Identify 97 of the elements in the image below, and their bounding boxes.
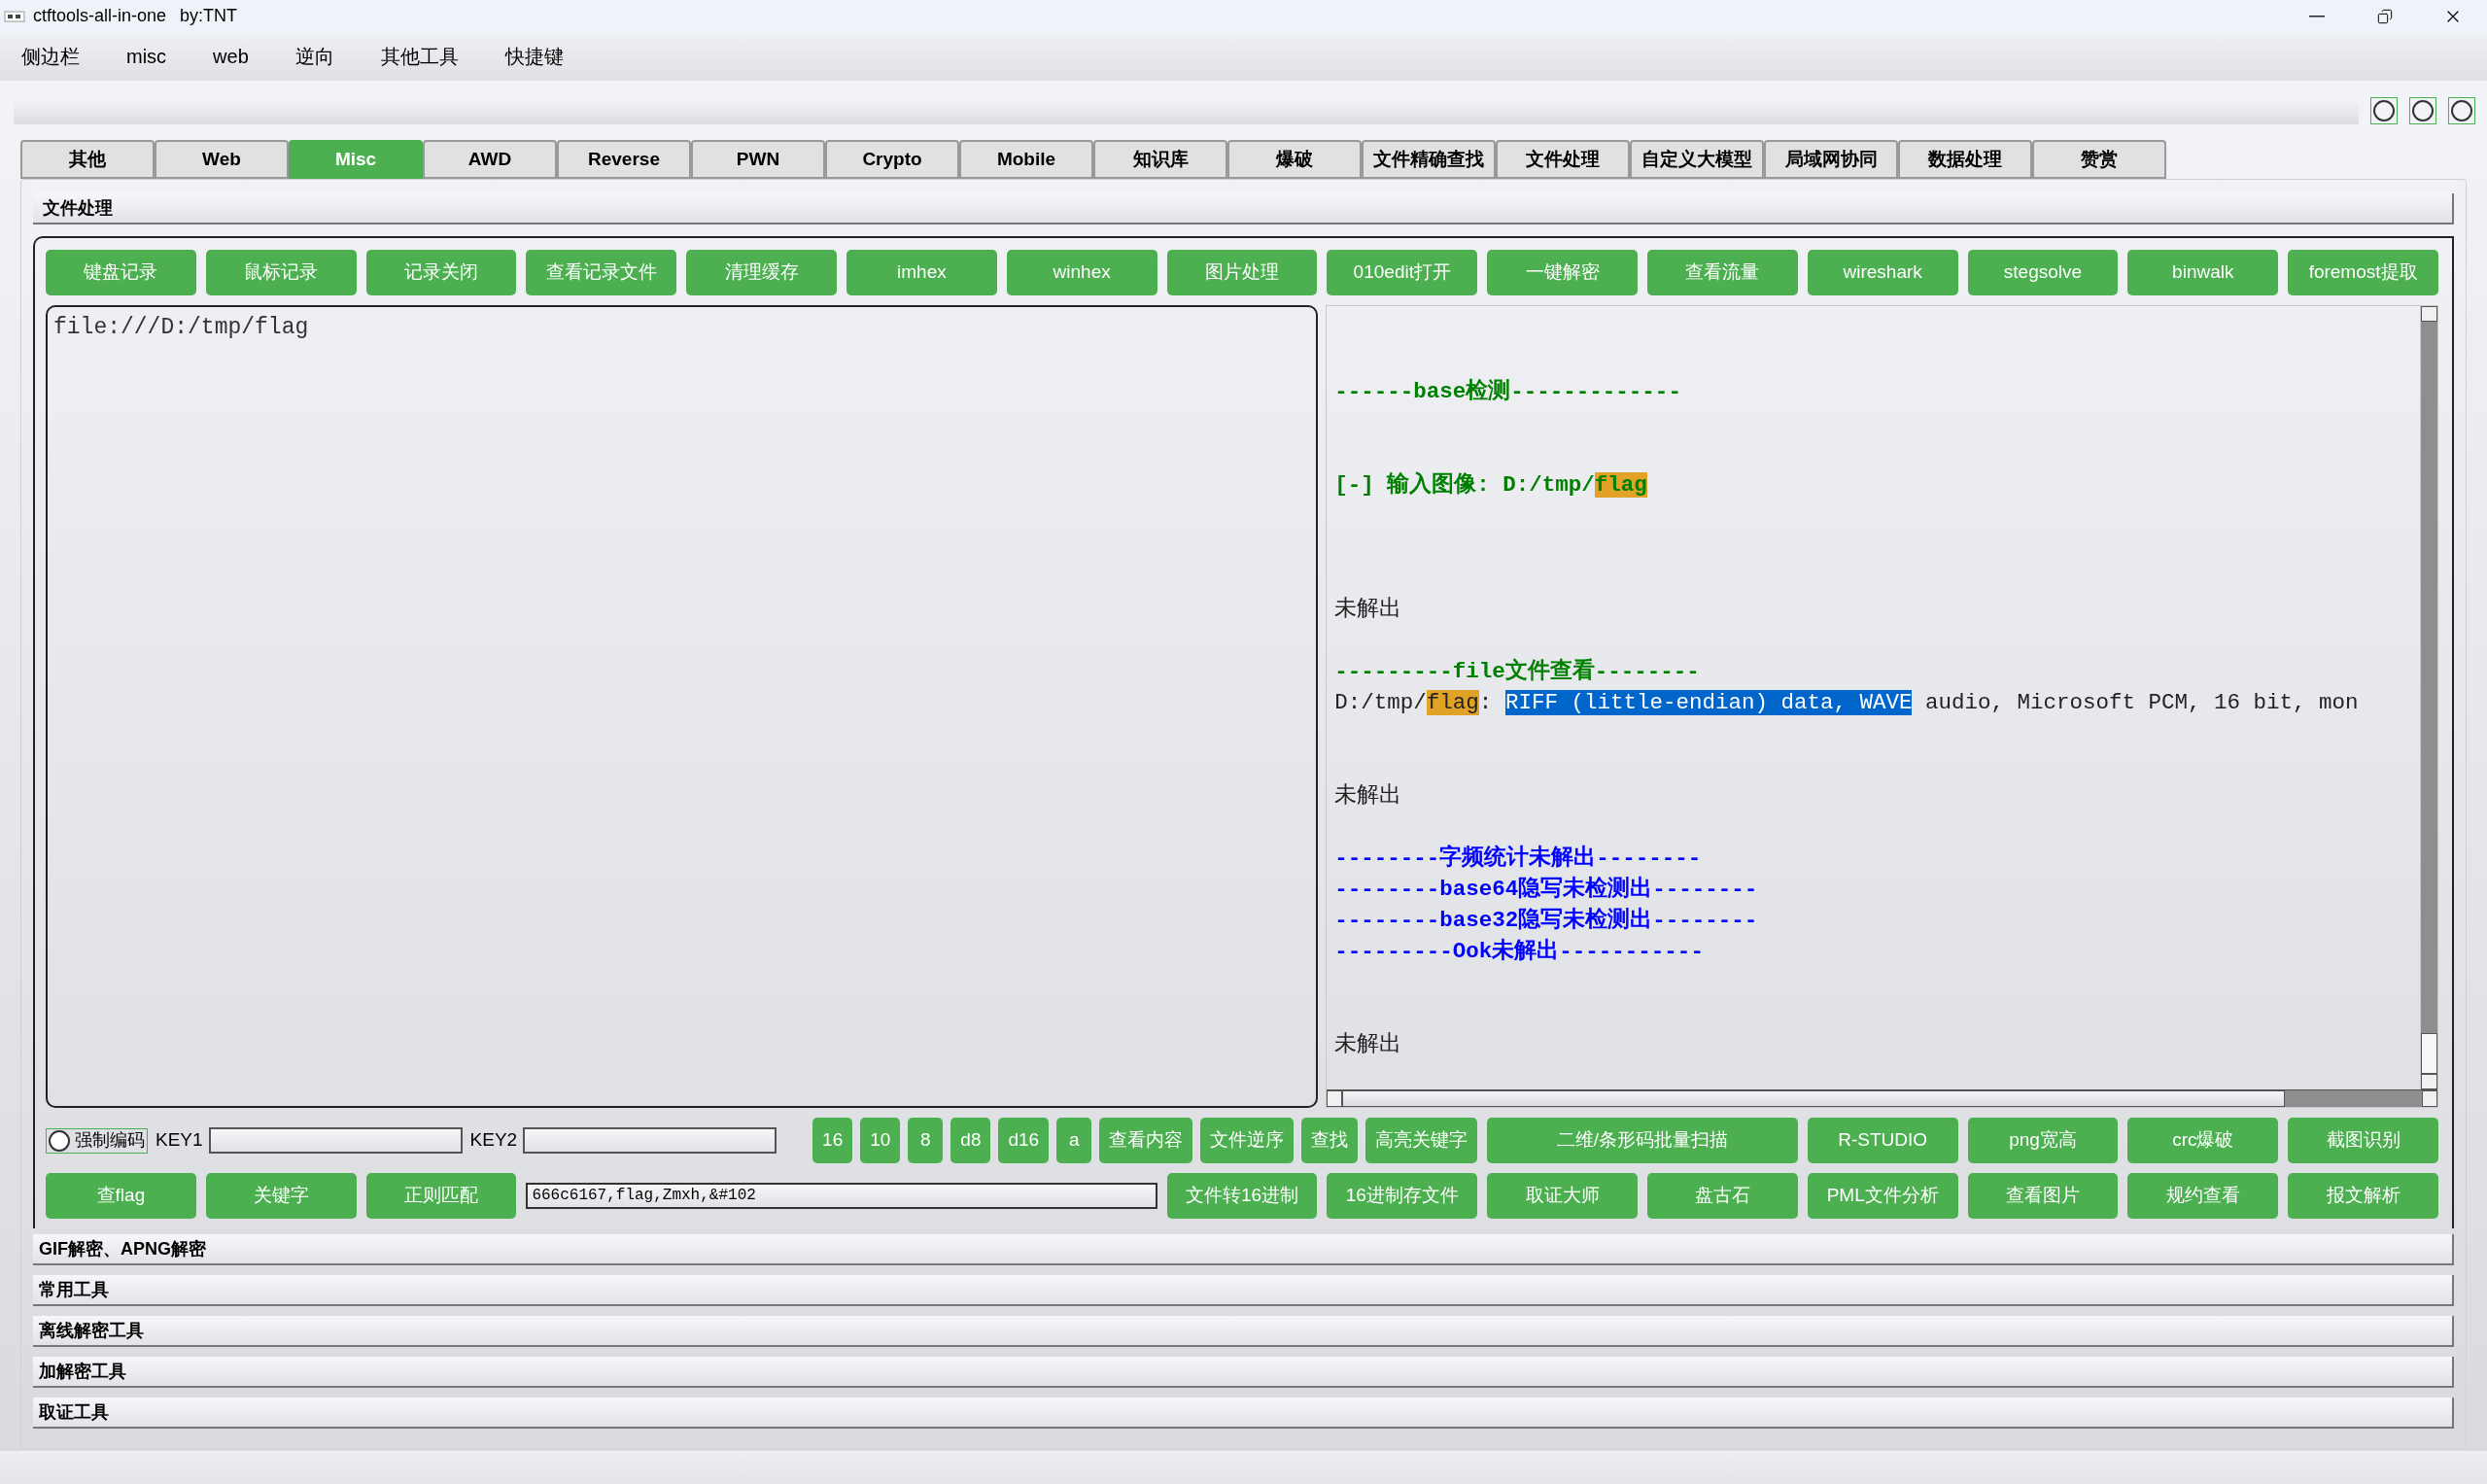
force-encoding-checkbox[interactable]: 强制编码 (46, 1127, 148, 1154)
circle-toggle[interactable] (2448, 97, 2475, 124)
output-line: 未解出 (1334, 596, 1403, 624)
keyword-field[interactable]: 666c6167,flag,Zmxh,&#102 (526, 1183, 1157, 1209)
tool-button[interactable]: binwalk (2127, 250, 2279, 295)
output-line: [-] 输入图像: D:/tmp/flag (1334, 470, 1648, 500)
tool-button[interactable]: 8 (908, 1118, 944, 1163)
tool-button[interactable]: stegsolve (1967, 250, 2119, 295)
tool-button[interactable]: 取证大师 (1487, 1173, 1638, 1219)
tool-button[interactable]: foremost提取 (2288, 250, 2438, 295)
tool-button[interactable]: png宽高 (1967, 1118, 2119, 1163)
menu-item[interactable]: 逆向 (294, 42, 334, 71)
tool-button[interactable]: 10 (860, 1118, 901, 1163)
tool-button[interactable]: 正则匹配 (365, 1173, 517, 1219)
window-author: by:TNT (180, 5, 238, 27)
section-header[interactable]: 常用工具 (33, 1275, 2454, 1306)
tool-button[interactable]: 查flag (46, 1173, 196, 1219)
tool-button[interactable]: imhex (846, 250, 997, 295)
menu-item[interactable]: 侧边栏 (21, 42, 80, 71)
menu-item[interactable]: 快捷键 (504, 42, 564, 71)
tool-button[interactable]: crc爆破 (2127, 1118, 2279, 1163)
tab[interactable]: AWD (423, 140, 557, 179)
tool-button[interactable]: 查看记录文件 (526, 250, 677, 295)
output-line: ---------file文件查看-------- (1334, 657, 1701, 686)
key-label: KEY1 (155, 1128, 203, 1153)
tool-button[interactable]: 16进制存文件 (1327, 1173, 1478, 1219)
tab[interactable]: Mobile (959, 140, 1093, 179)
tab[interactable]: 知识库 (1093, 140, 1227, 179)
tool-button[interactable]: 关键字 (205, 1173, 357, 1219)
tool-button[interactable]: wireshark (1807, 250, 1958, 295)
tool-button[interactable]: a (1056, 1118, 1092, 1163)
tool-button[interactable]: 图片处理 (1166, 250, 1318, 295)
tab[interactable]: 自定义大模型 (1630, 140, 1764, 179)
tool-button[interactable]: 记录关闭 (365, 250, 517, 295)
circle-toggle[interactable] (2370, 97, 2398, 124)
tool-button[interactable]: 文件转16进制 (1166, 1173, 1318, 1219)
tool-button[interactable]: 查看内容 (1099, 1118, 1193, 1163)
tool-button[interactable]: 截图识别 (2288, 1118, 2438, 1163)
tab[interactable]: 赞赏 (2032, 140, 2166, 179)
section-header[interactable]: 文件处理 (33, 193, 2454, 224)
tool-button[interactable]: 报文解析 (2288, 1173, 2438, 1219)
menu-item[interactable]: web (213, 42, 249, 71)
tab[interactable]: PWN (691, 140, 825, 179)
restore-icon (2377, 8, 2393, 24)
tool-button[interactable]: 查看图片 (1967, 1173, 2119, 1219)
tool-button[interactable]: winhex (1006, 250, 1157, 295)
tool-button[interactable]: d8 (950, 1118, 991, 1163)
tool-button[interactable]: 盘古石 (1647, 1173, 1798, 1219)
tab[interactable]: Misc (289, 140, 423, 179)
tab[interactable]: 局域网协同 (1764, 140, 1898, 179)
tool-button[interactable]: 高亮关键字 (1365, 1118, 1478, 1163)
window-title: ctftools-all-in-one (33, 5, 167, 27)
tool-button[interactable]: 一键解密 (1487, 250, 1638, 295)
output-line: ------base检测------------- (1334, 377, 1682, 406)
section-header[interactable]: 取证工具 (33, 1398, 2454, 1429)
output-line: ---------Ook未解出----------- (1334, 937, 1705, 966)
tool-button[interactable]: 鼠标记录 (205, 250, 357, 295)
tool-button[interactable]: R-STUDIO (1807, 1118, 1958, 1163)
output-line: --------base32隐写未检测出-------- (1334, 906, 1759, 935)
section-header[interactable]: GIF解密、APNG解密 (33, 1234, 2454, 1265)
section-header[interactable]: 加解密工具 (33, 1357, 2454, 1388)
tool-button[interactable]: 查找 (1301, 1118, 1359, 1163)
tab[interactable]: 爆破 (1227, 140, 1362, 179)
key-input[interactable] (523, 1127, 777, 1154)
horizontal-scrollbar[interactable] (1327, 1089, 2437, 1107)
output-line: 未解出 (1334, 782, 1403, 811)
tab[interactable]: 数据处理 (1898, 140, 2032, 179)
output-line: --------base64隐写未检测出-------- (1334, 875, 1759, 904)
key-label: KEY2 (469, 1128, 518, 1153)
tool-button[interactable]: 键盘记录 (46, 250, 196, 295)
section-header[interactable]: 离线解密工具 (33, 1316, 2454, 1347)
input-field[interactable]: file:///D:/tmp/flag (46, 305, 1319, 1108)
key-input[interactable] (208, 1127, 463, 1154)
tab[interactable]: Reverse (557, 140, 691, 179)
tab[interactable]: Crypto (825, 140, 959, 179)
tool-button[interactable]: 二维/条形码批量扫描 (1487, 1118, 1798, 1163)
tool-button[interactable]: 文件逆序 (1200, 1118, 1295, 1163)
menu-item[interactable]: 其他工具 (380, 42, 459, 71)
tool-button[interactable]: 16 (812, 1118, 853, 1163)
tab[interactable]: 其他 (20, 140, 155, 179)
output-line: 未解出 (1334, 1031, 1403, 1059)
tab[interactable]: 文件处理 (1496, 140, 1630, 179)
tool-button[interactable]: 规约查看 (2127, 1173, 2279, 1219)
output-line: D:/tmp/flag: RIFF (little-endian) data, WAVE audio, Microsoft PCM, 16 bit, mon (1334, 689, 2360, 717)
menu-item[interactable]: misc (126, 42, 167, 71)
tool-button[interactable]: PML文件分析 (1807, 1173, 1958, 1219)
tool-button[interactable]: d16 (998, 1118, 1050, 1163)
minimize-icon (2309, 15, 2325, 17)
tab[interactable]: 文件精确查找 (1362, 140, 1496, 179)
app-icon (4, 9, 25, 23)
tool-button[interactable]: 010edit打开 (1327, 250, 1478, 295)
tool-button[interactable]: 查看流量 (1647, 250, 1798, 295)
circle-toggle[interactable] (2409, 97, 2436, 124)
vertical-scrollbar[interactable] (2420, 306, 2437, 1089)
tab[interactable]: Web (155, 140, 289, 179)
output-line: --------字频统计未解出-------- (1334, 844, 1703, 873)
tool-button[interactable]: 清理缓存 (686, 250, 837, 295)
